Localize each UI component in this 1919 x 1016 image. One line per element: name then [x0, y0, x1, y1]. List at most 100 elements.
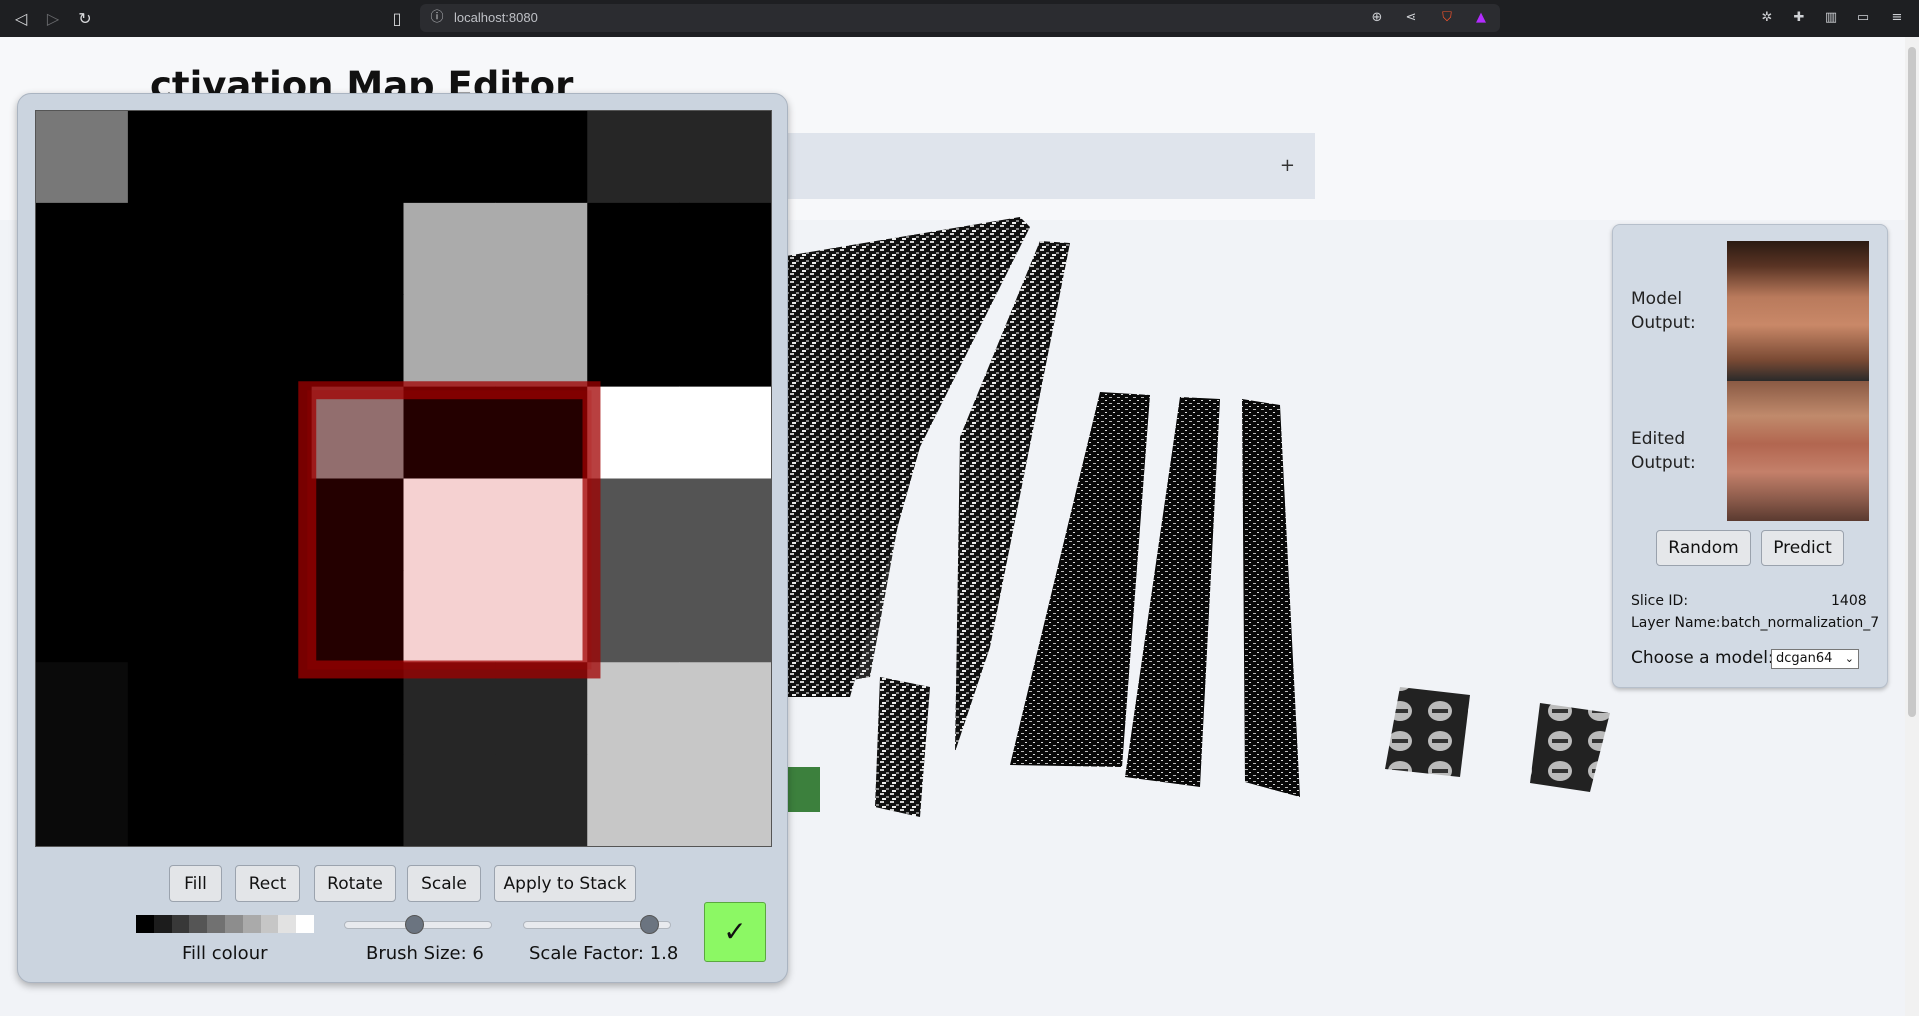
fill-colour-palette[interactable] [136, 915, 314, 933]
grid-cell[interactable] [36, 111, 129, 204]
puzzle-icon[interactable]: ✚ [1790, 9, 1808, 27]
grid-cell[interactable] [127, 662, 221, 755]
scale-factor-thumb[interactable] [639, 915, 659, 934]
grid-cell[interactable] [403, 202, 496, 296]
grid-cell[interactable] [311, 294, 404, 388]
extension-icon[interactable]: ✲ [1758, 9, 1776, 27]
activation-grid-canvas[interactable] [35, 110, 772, 847]
grid-cell[interactable] [36, 662, 129, 755]
palette-swatch[interactable] [171, 915, 190, 933]
grid-cell[interactable] [587, 294, 680, 388]
rotate-button[interactable]: Rotate [314, 865, 396, 902]
grid-cell[interactable] [311, 111, 404, 204]
face-stack-2 [1530, 703, 1610, 792]
grid-cell[interactable] [679, 294, 771, 388]
grid-cell[interactable] [679, 478, 771, 571]
grid-cell[interactable] [36, 386, 129, 479]
expand-icon[interactable]: + [1280, 155, 1295, 176]
scale-button[interactable]: Scale [407, 865, 481, 902]
wallet-icon[interactable]: ▭ [1854, 9, 1872, 27]
info-icon[interactable]: ⓘ [428, 9, 446, 27]
grid-cell[interactable] [679, 202, 771, 296]
palette-swatch[interactable] [296, 915, 314, 933]
grid-cell[interactable] [587, 478, 680, 571]
scrollbar-thumb[interactable] [1908, 47, 1916, 717]
grid-cell[interactable] [495, 111, 588, 204]
brush-size-thumb[interactable] [404, 915, 424, 934]
predict-button[interactable]: Predict [1761, 530, 1844, 566]
grid-cell[interactable] [127, 478, 221, 571]
palette-swatch[interactable] [278, 915, 297, 933]
grid-cell[interactable] [127, 111, 221, 204]
chevron-down-icon: ⌄ [1844, 652, 1854, 665]
grid-cell[interactable] [495, 294, 588, 388]
palette-swatch[interactable] [136, 915, 154, 933]
brave-shield-icon[interactable]: ⛉ [1438, 9, 1456, 27]
grid-cell[interactable] [495, 202, 588, 296]
confirm-button[interactable]: ✓ [704, 902, 766, 962]
grid-cell[interactable] [587, 386, 680, 479]
palette-swatch[interactable] [153, 915, 172, 933]
grid-cell[interactable] [219, 478, 313, 571]
grid-cell[interactable] [495, 754, 588, 846]
zoom-icon[interactable]: ⊕ [1368, 9, 1386, 27]
fill-button[interactable]: Fill [169, 865, 222, 902]
brave-rewards-icon[interactable]: ▲ [1472, 9, 1490, 27]
grid-cell[interactable] [403, 754, 496, 846]
grid-cell[interactable] [679, 754, 771, 846]
grid-cell[interactable] [219, 294, 313, 388]
model-select[interactable]: dcgan64 ⌄ [1771, 649, 1859, 669]
address-bar[interactable]: ⓘ localhost:8080 ⊕ ⋖ ⛉ ▲ [420, 4, 1500, 32]
rect-button[interactable]: Rect [235, 865, 300, 902]
grid-cell[interactable] [403, 111, 496, 204]
grid-cell[interactable] [36, 570, 129, 663]
grid-cell[interactable] [127, 386, 221, 479]
edited-output-image [1727, 381, 1869, 521]
grid-cell[interactable] [679, 386, 771, 479]
grid-cell[interactable] [36, 754, 129, 846]
grid-cell[interactable] [587, 662, 680, 755]
grid-cell[interactable] [219, 570, 313, 663]
forward-arrow-icon[interactable]: ▷ [42, 8, 64, 30]
menu-icon[interactable]: ≡ [1888, 9, 1906, 27]
share-icon[interactable]: ⋖ [1402, 9, 1420, 27]
palette-swatch[interactable] [242, 915, 261, 933]
grid-cell[interactable] [127, 754, 221, 846]
grid-cell[interactable] [587, 754, 680, 846]
reload-icon[interactable]: ↻ [74, 8, 96, 30]
back-arrow-icon[interactable]: ◁ [10, 8, 32, 30]
grid-cell[interactable] [36, 478, 129, 571]
apply-to-stack-button[interactable]: Apply to Stack [494, 865, 636, 902]
grid-cell[interactable] [219, 662, 313, 755]
palette-swatch[interactable] [260, 915, 279, 933]
sidebar-icon[interactable]: ▥ [1822, 9, 1840, 27]
grid-cell[interactable] [219, 386, 313, 479]
grid-cell[interactable] [127, 202, 221, 296]
grid-cell[interactable] [587, 570, 680, 663]
grid-cell[interactable] [219, 754, 313, 846]
grid-cell[interactable] [679, 662, 771, 755]
grid-cell[interactable] [36, 202, 129, 296]
palette-swatch[interactable] [207, 915, 225, 933]
brush-selection-rect [298, 381, 601, 679]
activation-stack-visualization[interactable] [780, 217, 1680, 987]
grid-cell[interactable] [403, 294, 496, 388]
grid-cell[interactable] [219, 202, 313, 296]
grid-cell[interactable] [311, 202, 404, 296]
model-output-image [1727, 241, 1869, 381]
grid-cell[interactable] [127, 570, 221, 663]
palette-swatch[interactable] [224, 915, 243, 933]
grid-cell[interactable] [587, 202, 680, 296]
grid-cell[interactable] [311, 754, 404, 846]
grid-cell[interactable] [587, 111, 680, 204]
grid-cell[interactable] [127, 294, 221, 388]
grid-cell[interactable] [679, 111, 771, 204]
bookmark-icon[interactable]: ▯ [386, 8, 408, 30]
layer-name-value: batch_normalization_7 [1721, 615, 1880, 631]
page-scrollbar[interactable] [1905, 37, 1919, 1016]
random-button[interactable]: Random [1656, 530, 1751, 566]
grid-cell[interactable] [679, 570, 771, 663]
grid-cell[interactable] [36, 294, 129, 388]
grid-cell[interactable] [219, 111, 313, 204]
palette-swatch[interactable] [189, 915, 208, 933]
